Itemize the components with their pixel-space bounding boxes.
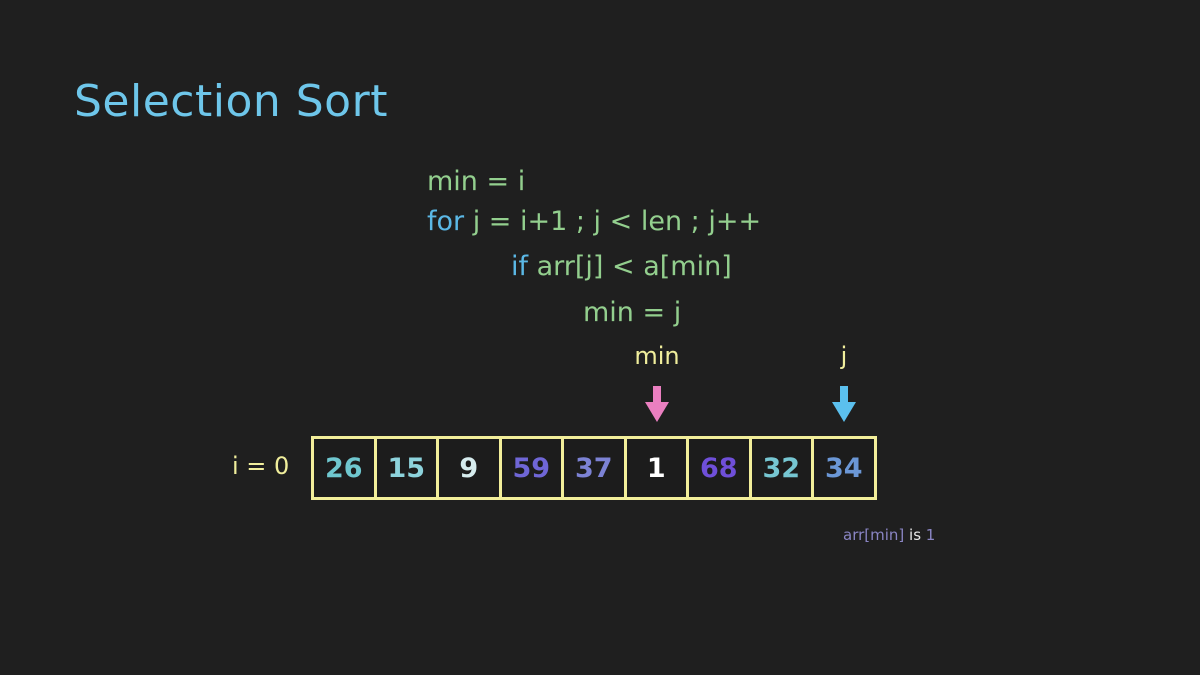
code-line-2: for j = i+1 ; j < len ; j++ bbox=[427, 206, 761, 237]
array-cell: 37 bbox=[564, 439, 624, 497]
keyword-for: for bbox=[427, 206, 465, 237]
keyword-if: if bbox=[511, 251, 529, 282]
page-title: Selection Sort bbox=[74, 76, 388, 127]
if-condition: arr[j] < a[min] bbox=[528, 251, 732, 282]
iteration-label: i = 0 bbox=[232, 452, 290, 480]
note-value: 1 bbox=[925, 526, 936, 544]
min-value-note: arr[min] is 1 bbox=[843, 526, 935, 544]
array-cell: 59 bbox=[501, 439, 561, 497]
array-cell: 1 bbox=[626, 439, 686, 497]
j-pointer-label: j bbox=[840, 342, 848, 370]
array-cell: 34 bbox=[814, 439, 874, 497]
array-cell: 15 bbox=[376, 439, 436, 497]
array-cell: 68 bbox=[689, 439, 749, 497]
array-cell: 26 bbox=[314, 439, 374, 497]
code-line-3: if arr[j] < a[min] bbox=[511, 251, 732, 282]
for-expression: j = i+1 ; j < len ; j++ bbox=[464, 206, 762, 237]
min-pointer-label: min bbox=[634, 342, 680, 370]
note-prefix: arr[min] bbox=[843, 526, 905, 544]
array: 26 15 9 59 37 1 68 32 34 bbox=[311, 436, 877, 500]
code-line-4: min = j bbox=[583, 297, 682, 328]
code-line-1: min = i bbox=[427, 166, 526, 197]
note-middle: is bbox=[904, 526, 926, 544]
array-cell: 9 bbox=[439, 439, 499, 497]
array-cell: 32 bbox=[751, 439, 811, 497]
